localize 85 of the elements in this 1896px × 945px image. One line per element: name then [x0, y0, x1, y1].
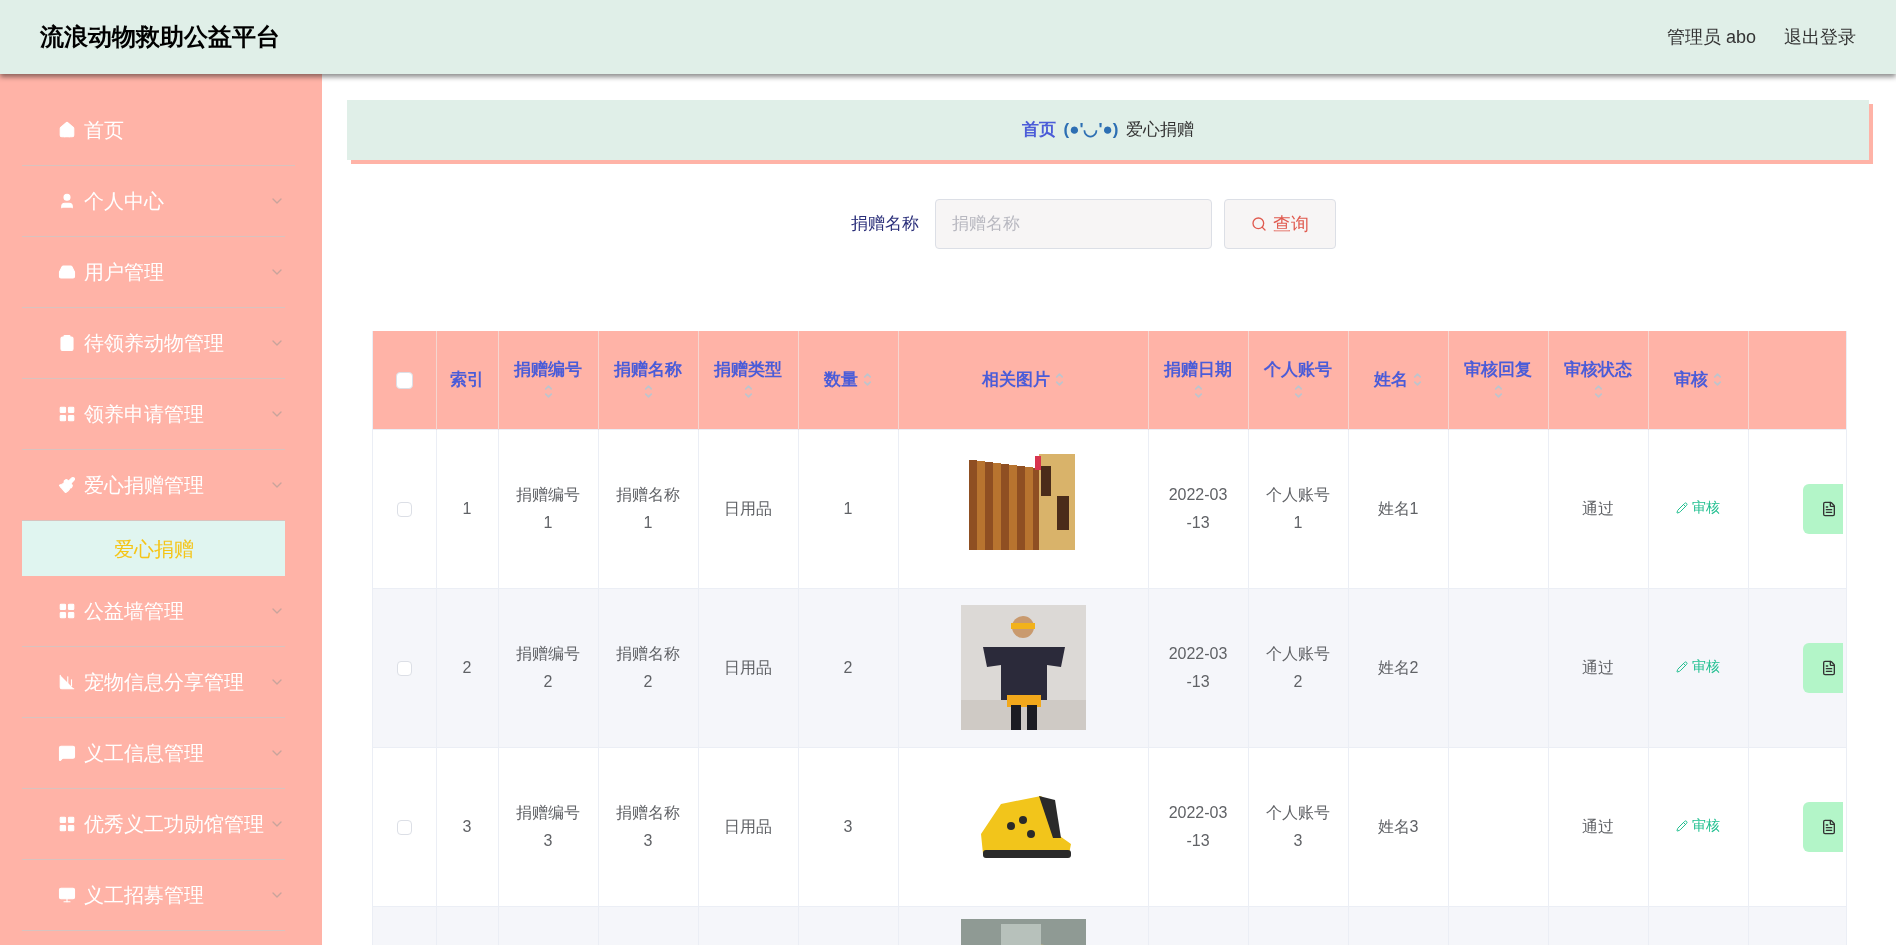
column-header[interactable]: 捐赠类型: [714, 358, 782, 402]
breadcrumb-link[interactable]: 首页: [1021, 117, 1056, 143]
audit-link[interactable]: 审核: [1676, 656, 1720, 677]
row-checkbox[interactable]: [396, 819, 412, 835]
sidebar-item[interactable]: 公益墙管理: [22, 576, 285, 647]
table-cell-text: 个人账号2: [1265, 643, 1331, 692]
table-cell-text: 3: [462, 816, 472, 837]
table-cell-text: 捐赠名称1: [615, 484, 681, 533]
grid-icon: [58, 602, 76, 620]
table-cell-text: 个人账号3: [1265, 802, 1331, 851]
column-header[interactable]: 相关图片: [914, 367, 1132, 392]
column-header[interactable]: 个人账号: [1264, 358, 1332, 402]
search-button[interactable]: 查询: [1223, 199, 1336, 249]
table-cell-text: 捐赠编号2: [515, 643, 581, 692]
table-cell-text: 日用品: [724, 498, 772, 519]
search-label: 捐赠名称: [850, 213, 919, 236]
table-cell-text: 2022-03-13: [1167, 802, 1229, 851]
user-icon: [58, 192, 76, 210]
table-cell-text: 通过: [1582, 816, 1614, 837]
table-cell-text: 2: [462, 657, 472, 678]
sidebar-item[interactable]: 用户管理: [22, 237, 285, 308]
detail-button[interactable]: [1802, 801, 1843, 852]
brush-icon: [58, 476, 76, 494]
breadcrumb-separator: (●'◡'●): [1063, 119, 1119, 142]
sidebar-item[interactable]: 优秀义工功勋馆管理: [22, 789, 285, 860]
detail-button[interactable]: [1802, 642, 1843, 693]
table-cell-text: 姓名1: [1377, 498, 1419, 519]
table-cell-text: 3: [843, 816, 853, 837]
table-cell-text: 日用品: [724, 657, 772, 678]
table-cell-text: 捐赠名称3: [615, 802, 681, 851]
grid-icon: [58, 405, 76, 423]
table-cell-text: 捐赠编号1: [515, 484, 581, 533]
sidebar-item[interactable]: 待领养动物管理: [22, 308, 285, 379]
table-cell-text: 个人账号1: [1265, 484, 1331, 533]
document-icon: [1820, 659, 1837, 676]
sidebar-item[interactable]: 个人中心: [22, 166, 285, 237]
column-header[interactable]: 姓名: [1364, 367, 1432, 392]
detail-button[interactable]: [1802, 483, 1843, 534]
column-header[interactable]: 捐赠日期: [1164, 358, 1232, 402]
sidebar-item[interactable]: 首页: [22, 95, 295, 166]
table-cell-text: 通过: [1582, 498, 1614, 519]
table-cell-text: 捐赠编号3: [515, 802, 581, 851]
row-checkbox[interactable]: [396, 501, 412, 517]
search-field[interactable]: 捐赠名称: [934, 199, 1212, 249]
tray-icon: [58, 263, 76, 281]
document-icon: [1820, 500, 1837, 517]
table-cell-text: 通过: [1582, 657, 1614, 678]
document-icon: [1820, 818, 1837, 835]
grid-icon: [58, 815, 76, 833]
column-header[interactable]: 捐赠名称: [614, 358, 682, 402]
site-title: 流浪动物救助公益平台: [40, 22, 280, 52]
table-cell-text: 捐赠名称2: [615, 643, 681, 692]
chat-icon: [58, 744, 76, 762]
table-cell-text: 姓名3: [1377, 816, 1419, 837]
home-icon: [58, 121, 76, 139]
audit-link[interactable]: 审核: [1676, 497, 1720, 518]
pencil-icon: [1676, 660, 1688, 673]
column-header[interactable]: 捐赠编号: [514, 358, 582, 402]
table-cell-text: 1: [462, 498, 472, 519]
row-checkbox[interactable]: [396, 660, 412, 676]
audit-link[interactable]: 审核: [1676, 815, 1720, 836]
select-all-checkbox[interactable]: [395, 372, 413, 389]
table-cell-text: 2: [843, 657, 853, 678]
pencil-icon: [1676, 501, 1688, 514]
table-cell-text: 姓名2: [1377, 657, 1419, 678]
column-header[interactable]: 数量: [814, 367, 882, 392]
sidebar-item[interactable]: 义工招募管理: [22, 860, 285, 931]
pencil-icon: [1676, 819, 1688, 832]
sidebar-item[interactable]: 领养申请管理: [22, 379, 285, 450]
table-cell-text: 2022-03-13: [1167, 484, 1229, 533]
table-cell-text: 日用品: [724, 816, 772, 837]
column-header[interactable]: 审核: [1664, 367, 1732, 392]
table-cell-text: 2022-03-13: [1167, 643, 1229, 692]
logout-link[interactable]: 退出登录: [1784, 23, 1856, 51]
table-cell-text: 1: [843, 498, 853, 519]
sidebar-item[interactable]: 宠物信息分享管理: [22, 647, 285, 718]
column-header[interactable]: 索引: [452, 367, 482, 392]
breadcrumb-current: 爱心捐赠: [1126, 119, 1195, 142]
clipboard-icon: [58, 334, 76, 352]
monitor-icon: [58, 886, 76, 904]
sidebar-item[interactable]: 义工信息管理: [22, 718, 285, 789]
column-header[interactable]: 审核状态: [1564, 358, 1632, 402]
admin-user: 管理员 abo: [1666, 25, 1756, 49]
column-header[interactable]: 审核回复: [1464, 358, 1532, 402]
search-icon: [1250, 216, 1267, 232]
